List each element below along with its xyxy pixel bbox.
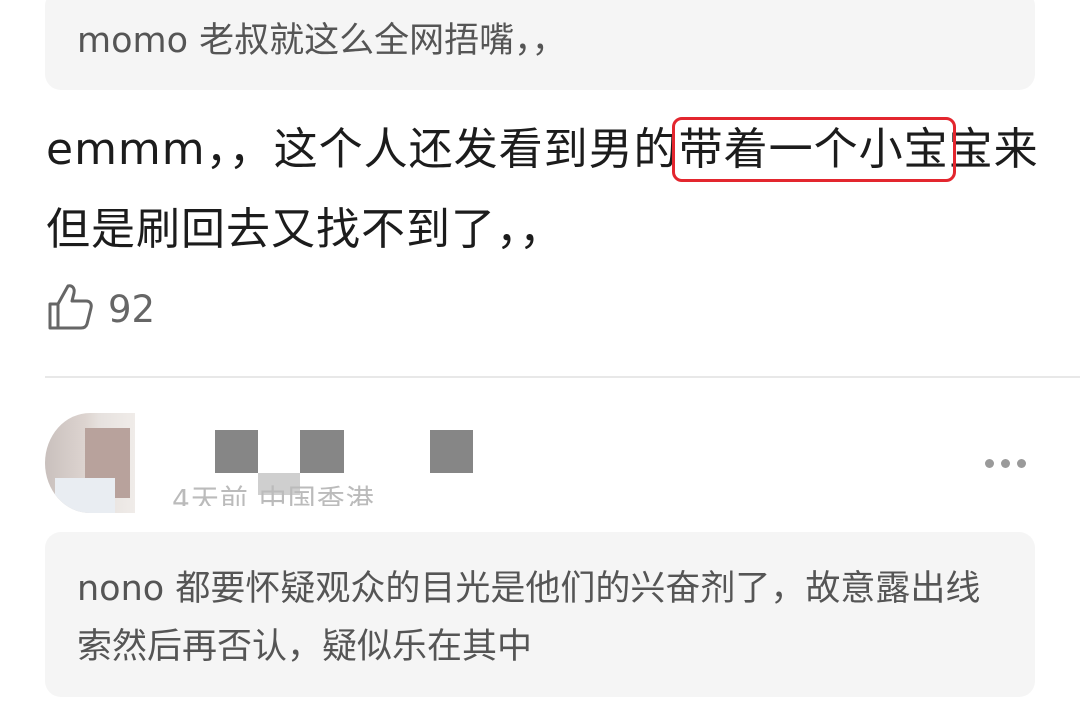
comment-text: emmm，，这个人还发看到男的带着一个小宝宝来但是刷回去又找不到了，， [46,110,1056,270]
like-count: 92 [108,287,156,331]
quoted-reply-text: momo 老叔就这么全网捂嘴，， [77,21,567,61]
divider [45,376,1080,378]
more-dots-icon [985,458,994,468]
avatar[interactable] [45,413,135,513]
highlighted-text: 带着一个小宝 [671,117,956,182]
comment-text-part: emmm，，这个人还发看到男的 [46,124,679,175]
comment-meta: 4天前 中国香港 [172,483,375,516]
like-button[interactable]: 92 [46,282,155,336]
quoted-reply-text: nono 都要怀疑观众的目光是他们的兴奋剂了，故意露出线索然后再否认，疑似乐在其… [77,569,981,667]
more-options-button[interactable] [985,450,1035,476]
thumbs-up-icon [46,282,94,336]
quoted-reply-bottom[interactable]: nono 都要怀疑观众的目光是他们的兴奋剂了，故意露出线索然后再否认，疑似乐在其… [45,532,1035,697]
quoted-reply-top[interactable]: momo 老叔就这么全网捂嘴，， [45,0,1035,90]
